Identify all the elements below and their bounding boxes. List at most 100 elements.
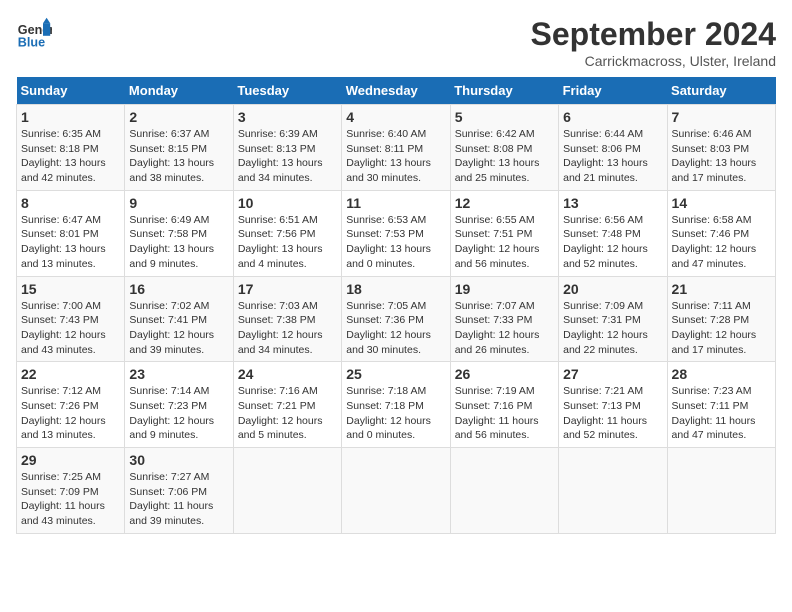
day-number: 3 <box>238 109 337 125</box>
day-info: Sunrise: 6:37 AMSunset: 8:15 PMDaylight:… <box>129 127 228 186</box>
day-number: 10 <box>238 195 337 211</box>
day-number: 19 <box>455 281 554 297</box>
day-info: Sunrise: 6:42 AMSunset: 8:08 PMDaylight:… <box>455 127 554 186</box>
cell-22-0: 22 Sunrise: 7:12 AMSunset: 7:26 PMDaylig… <box>17 362 125 448</box>
col-thursday: Thursday <box>450 77 558 105</box>
day-info: Sunrise: 7:05 AMSunset: 7:36 PMDaylight:… <box>346 299 445 358</box>
day-number: 23 <box>129 366 228 382</box>
day-number: 6 <box>563 109 662 125</box>
day-info: Sunrise: 7:21 AMSunset: 7:13 PMDaylight:… <box>563 384 662 443</box>
cell-16-1: 16 Sunrise: 7:02 AMSunset: 7:41 PMDaylig… <box>125 276 233 362</box>
cell-20-5: 20 Sunrise: 7:09 AMSunset: 7:31 PMDaylig… <box>559 276 667 362</box>
cell-8-0: 8 Sunrise: 6:47 AMSunset: 8:01 PMDayligh… <box>17 190 125 276</box>
cell-26-4: 26 Sunrise: 7:19 AMSunset: 7:16 PMDaylig… <box>450 362 558 448</box>
calendar-table: Sunday Monday Tuesday Wednesday Thursday… <box>16 77 776 534</box>
day-number: 29 <box>21 452 120 468</box>
cell-29-0: 29 Sunrise: 7:25 AMSunset: 7:09 PMDaylig… <box>17 448 125 534</box>
day-info: Sunrise: 6:55 AMSunset: 7:51 PMDaylight:… <box>455 213 554 272</box>
logo: General Blue <box>16 16 52 52</box>
day-info: Sunrise: 6:53 AMSunset: 7:53 PMDaylight:… <box>346 213 445 272</box>
cell-5-4: 5 Sunrise: 6:42 AMSunset: 8:08 PMDayligh… <box>450 105 558 191</box>
day-info: Sunrise: 6:58 AMSunset: 7:46 PMDaylight:… <box>672 213 771 272</box>
cell-7-6: 7 Sunrise: 6:46 AMSunset: 8:03 PMDayligh… <box>667 105 775 191</box>
col-friday: Friday <box>559 77 667 105</box>
day-number: 28 <box>672 366 771 382</box>
day-number: 25 <box>346 366 445 382</box>
cell-18-3: 18 Sunrise: 7:05 AMSunset: 7:36 PMDaylig… <box>342 276 450 362</box>
day-info: Sunrise: 7:09 AMSunset: 7:31 PMDaylight:… <box>563 299 662 358</box>
cell-11-3: 11 Sunrise: 6:53 AMSunset: 7:53 PMDaylig… <box>342 190 450 276</box>
day-info: Sunrise: 7:25 AMSunset: 7:09 PMDaylight:… <box>21 470 120 529</box>
cell-25-3: 25 Sunrise: 7:18 AMSunset: 7:18 PMDaylig… <box>342 362 450 448</box>
cell-empty-2 <box>233 448 341 534</box>
week-row-4: 22 Sunrise: 7:12 AMSunset: 7:26 PMDaylig… <box>17 362 776 448</box>
day-number: 13 <box>563 195 662 211</box>
cell-4-3: 4 Sunrise: 6:40 AMSunset: 8:11 PMDayligh… <box>342 105 450 191</box>
day-info: Sunrise: 7:12 AMSunset: 7:26 PMDaylight:… <box>21 384 120 443</box>
day-number: 30 <box>129 452 228 468</box>
day-info: Sunrise: 7:23 AMSunset: 7:11 PMDaylight:… <box>672 384 771 443</box>
day-info: Sunrise: 6:39 AMSunset: 8:13 PMDaylight:… <box>238 127 337 186</box>
col-monday: Monday <box>125 77 233 105</box>
day-info: Sunrise: 6:35 AMSunset: 8:18 PMDaylight:… <box>21 127 120 186</box>
cell-30-1: 30 Sunrise: 7:27 AMSunset: 7:06 PMDaylig… <box>125 448 233 534</box>
cell-6-5: 6 Sunrise: 6:44 AMSunset: 8:06 PMDayligh… <box>559 105 667 191</box>
day-number: 7 <box>672 109 771 125</box>
day-info: Sunrise: 7:07 AMSunset: 7:33 PMDaylight:… <box>455 299 554 358</box>
cell-21-6: 21 Sunrise: 7:11 AMSunset: 7:28 PMDaylig… <box>667 276 775 362</box>
cell-3-2: 3 Sunrise: 6:39 AMSunset: 8:13 PMDayligh… <box>233 105 341 191</box>
cell-1-0: 1 Sunrise: 6:35 AMSunset: 8:18 PMDayligh… <box>17 105 125 191</box>
day-number: 22 <box>21 366 120 382</box>
day-info: Sunrise: 7:16 AMSunset: 7:21 PMDaylight:… <box>238 384 337 443</box>
week-row-1: 1 Sunrise: 6:35 AMSunset: 8:18 PMDayligh… <box>17 105 776 191</box>
page-header: General Blue September 2024 Carrickmacro… <box>16 16 776 69</box>
day-number: 9 <box>129 195 228 211</box>
header-row: Sunday Monday Tuesday Wednesday Thursday… <box>17 77 776 105</box>
cell-empty-6 <box>667 448 775 534</box>
day-number: 11 <box>346 195 445 211</box>
day-number: 17 <box>238 281 337 297</box>
day-info: Sunrise: 7:11 AMSunset: 7:28 PMDaylight:… <box>672 299 771 358</box>
day-number: 4 <box>346 109 445 125</box>
day-info: Sunrise: 7:18 AMSunset: 7:18 PMDaylight:… <box>346 384 445 443</box>
day-info: Sunrise: 7:03 AMSunset: 7:38 PMDaylight:… <box>238 299 337 358</box>
cell-empty-4 <box>450 448 558 534</box>
svg-text:Blue: Blue <box>18 36 45 50</box>
day-number: 15 <box>21 281 120 297</box>
day-info: Sunrise: 7:19 AMSunset: 7:16 PMDaylight:… <box>455 384 554 443</box>
title-block: September 2024 Carrickmacross, Ulster, I… <box>531 16 776 69</box>
day-info: Sunrise: 6:44 AMSunset: 8:06 PMDaylight:… <box>563 127 662 186</box>
cell-23-1: 23 Sunrise: 7:14 AMSunset: 7:23 PMDaylig… <box>125 362 233 448</box>
day-number: 5 <box>455 109 554 125</box>
cell-13-5: 13 Sunrise: 6:56 AMSunset: 7:48 PMDaylig… <box>559 190 667 276</box>
cell-2-1: 2 Sunrise: 6:37 AMSunset: 8:15 PMDayligh… <box>125 105 233 191</box>
day-number: 21 <box>672 281 771 297</box>
col-sunday: Sunday <box>17 77 125 105</box>
day-info: Sunrise: 7:00 AMSunset: 7:43 PMDaylight:… <box>21 299 120 358</box>
week-row-5: 29 Sunrise: 7:25 AMSunset: 7:09 PMDaylig… <box>17 448 776 534</box>
calendar-subtitle: Carrickmacross, Ulster, Ireland <box>531 53 776 69</box>
day-info: Sunrise: 6:49 AMSunset: 7:58 PMDaylight:… <box>129 213 228 272</box>
cell-27-5: 27 Sunrise: 7:21 AMSunset: 7:13 PMDaylig… <box>559 362 667 448</box>
col-wednesday: Wednesday <box>342 77 450 105</box>
week-row-2: 8 Sunrise: 6:47 AMSunset: 8:01 PMDayligh… <box>17 190 776 276</box>
cell-14-6: 14 Sunrise: 6:58 AMSunset: 7:46 PMDaylig… <box>667 190 775 276</box>
day-info: Sunrise: 6:56 AMSunset: 7:48 PMDaylight:… <box>563 213 662 272</box>
day-number: 18 <box>346 281 445 297</box>
day-number: 16 <box>129 281 228 297</box>
day-number: 2 <box>129 109 228 125</box>
day-number: 12 <box>455 195 554 211</box>
day-number: 1 <box>21 109 120 125</box>
day-info: Sunrise: 6:51 AMSunset: 7:56 PMDaylight:… <box>238 213 337 272</box>
day-number: 24 <box>238 366 337 382</box>
cell-24-2: 24 Sunrise: 7:16 AMSunset: 7:21 PMDaylig… <box>233 362 341 448</box>
day-number: 20 <box>563 281 662 297</box>
cell-9-1: 9 Sunrise: 6:49 AMSunset: 7:58 PMDayligh… <box>125 190 233 276</box>
cell-10-2: 10 Sunrise: 6:51 AMSunset: 7:56 PMDaylig… <box>233 190 341 276</box>
cell-28-6: 28 Sunrise: 7:23 AMSunset: 7:11 PMDaylig… <box>667 362 775 448</box>
day-info: Sunrise: 6:47 AMSunset: 8:01 PMDaylight:… <box>21 213 120 272</box>
day-number: 14 <box>672 195 771 211</box>
day-info: Sunrise: 6:40 AMSunset: 8:11 PMDaylight:… <box>346 127 445 186</box>
day-number: 8 <box>21 195 120 211</box>
cell-15-0: 15 Sunrise: 7:00 AMSunset: 7:43 PMDaylig… <box>17 276 125 362</box>
